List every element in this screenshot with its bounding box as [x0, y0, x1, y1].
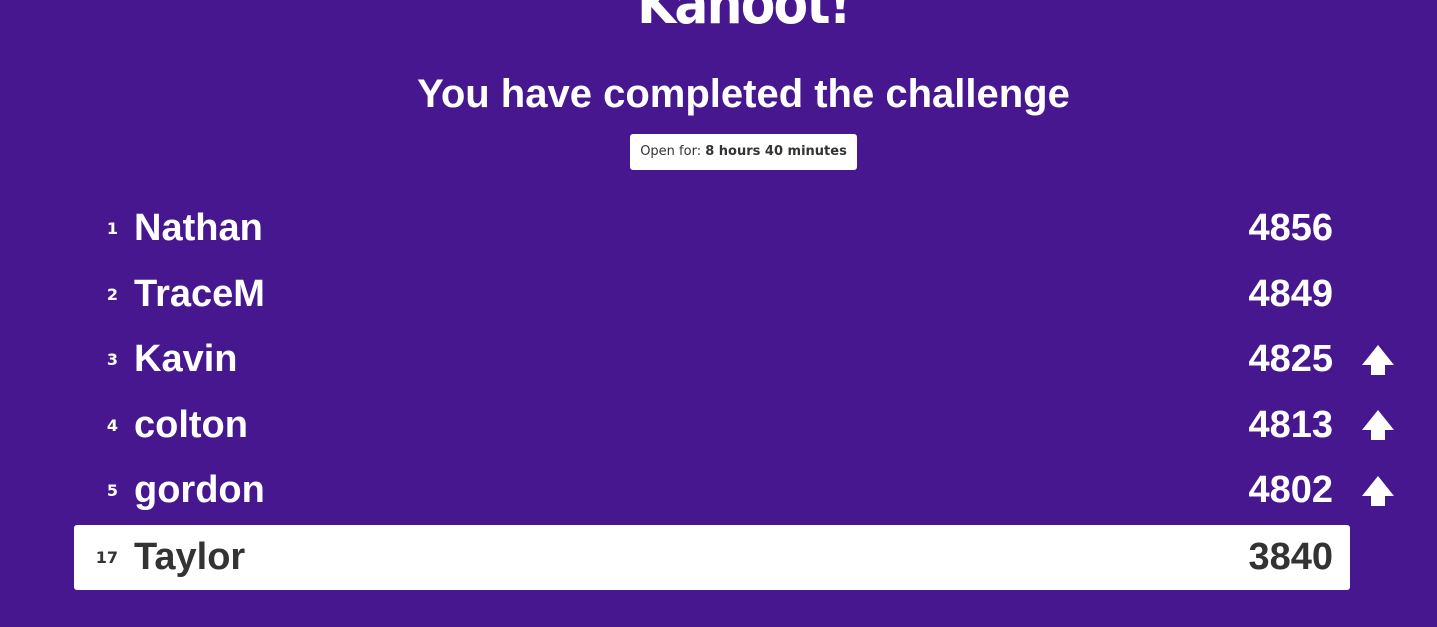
rank-number: 5	[106, 481, 118, 501]
rank-number: 2	[106, 284, 118, 304]
leaderboard-row: 3 Kavin 4825	[74, 327, 1394, 393]
page-title: You have completed the challenge	[417, 72, 1070, 116]
rank-number: 3	[106, 350, 118, 370]
player-score: 4813	[1248, 403, 1333, 446]
up-arrow-icon	[1362, 475, 1394, 506]
open-for-badge: Open for: 8 hours 40 minutes	[630, 134, 857, 170]
leaderboard: 1 Nathan 4856 2 TraceM 4849 3 Kavin 4825…	[74, 196, 1394, 590]
player-name: Taylor	[134, 535, 246, 578]
leaderboard-row: 4 colton 4813	[74, 393, 1394, 459]
up-arrow-icon	[1362, 410, 1394, 441]
player-name: colton	[134, 403, 248, 446]
rank-number: 1	[106, 219, 118, 239]
current-player-row: 17 Taylor 3840	[74, 524, 1350, 590]
player-score: 4802	[1248, 469, 1333, 512]
player-score: 4825	[1248, 338, 1333, 381]
player-score: 4849	[1248, 272, 1333, 315]
open-for-value: 8 hours 40 minutes	[705, 144, 847, 159]
leaderboard-row: 2 TraceM 4849	[74, 262, 1350, 328]
leaderboard-row: 1 Nathan 4856	[74, 196, 1350, 262]
player-name: Kavin	[134, 338, 238, 381]
up-arrow-icon	[1362, 344, 1394, 375]
open-for-label: Open for:	[640, 144, 702, 159]
player-name: TraceM	[134, 272, 265, 315]
player-name: gordon	[134, 469, 265, 512]
rank-number: 17	[95, 547, 118, 567]
player-score: 4856	[1248, 207, 1333, 250]
kahoot-logo: Kahoot!	[637, 0, 851, 37]
player-name: Nathan	[134, 207, 263, 250]
leaderboard-row: 5 gordon 4802	[74, 458, 1394, 524]
rank-number: 4	[106, 415, 118, 435]
player-score: 3840	[1248, 535, 1333, 578]
